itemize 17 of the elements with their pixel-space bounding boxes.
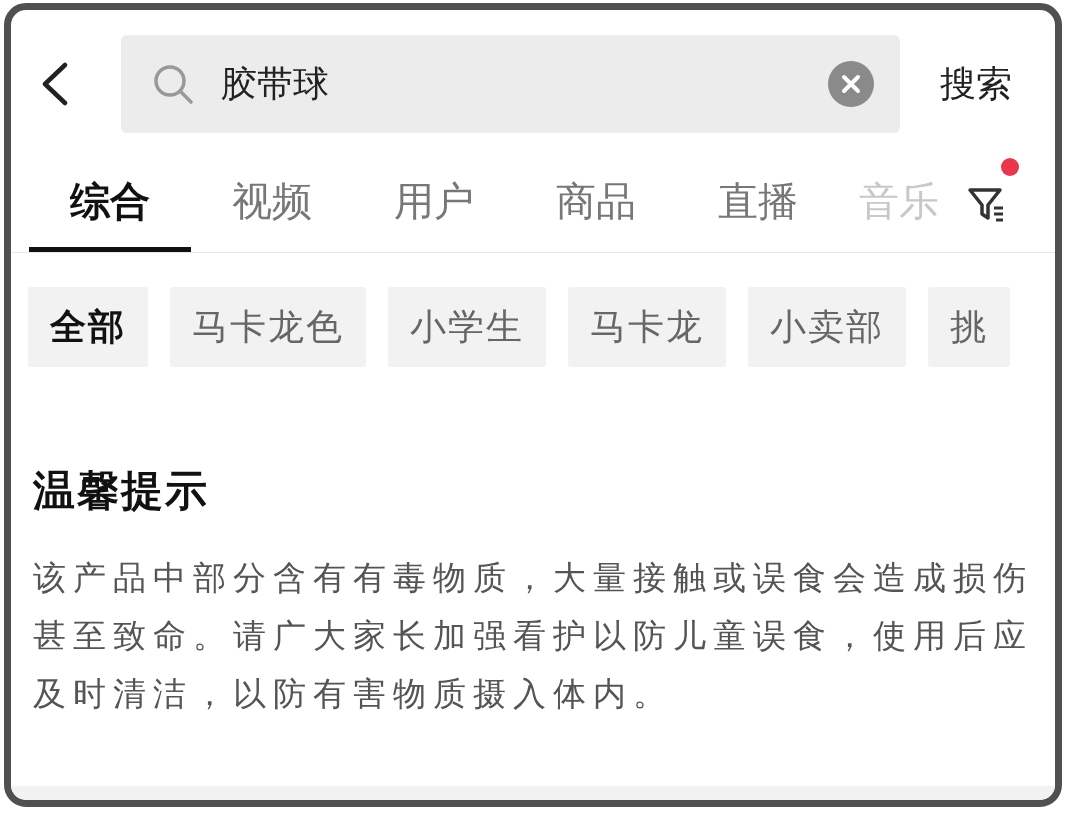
category-tab[interactable]: 视频 [191,156,353,252]
notice-text: 该产品中部分含有有毒物质，大量接触或误食会造成损伤甚至致命。请广大家长加强看护以防儿童误食，使用后应及时清洁，以防有害物质摄入体内。 [33,557,1034,715]
category-tab[interactable]: 综合 [29,156,191,252]
filter-chip[interactable]: 马卡龙色 [170,287,366,367]
category-tab[interactable]: 商品 [515,156,677,252]
filter-chip[interactable]: 小卖部 [748,287,906,367]
notice-title: 温馨提示 [33,465,210,517]
search-button[interactable]: 搜索 [940,59,1012,109]
category-tab[interactable]: 用户 [353,156,515,252]
category-tab[interactable]: 直播 [677,156,839,252]
filter-chip[interactable]: 小学生 [388,287,546,367]
search-icon [151,62,195,106]
search-field[interactable]: 胶带球 [121,35,900,133]
filter-chip[interactable]: 马卡龙 [568,287,726,367]
filter-chip[interactable]: 挑 [928,287,1010,367]
filter-chip[interactable]: 全部 [28,287,148,367]
clear-icon[interactable] [828,61,874,107]
